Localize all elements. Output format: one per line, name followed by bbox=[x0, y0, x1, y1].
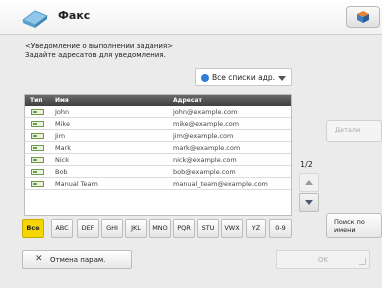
search-label: Поиск по имени bbox=[334, 218, 365, 234]
address-list-dropdown[interactable]: Все списки адр. bbox=[195, 68, 292, 86]
table-row[interactable]: Jim jim@example.com bbox=[25, 130, 291, 142]
row-name: Mike bbox=[55, 120, 70, 128]
address-list-dot-icon bbox=[201, 74, 209, 82]
row-name: Manual Team bbox=[55, 180, 98, 188]
filter-stu[interactable]: STU bbox=[197, 219, 219, 238]
app-menu-button[interactable] bbox=[346, 6, 380, 28]
arrow-up-icon bbox=[305, 180, 313, 185]
filter-mno[interactable]: MNO bbox=[149, 219, 171, 238]
corner-mark-icon bbox=[359, 258, 366, 265]
address-list-selected: Все списки адр. bbox=[212, 73, 276, 82]
row-name: Nick bbox=[55, 156, 70, 164]
table-row[interactable]: Nick nick@example.com bbox=[25, 154, 291, 166]
row-email: mark@example.com bbox=[173, 144, 241, 152]
filter-jkl[interactable]: JKL bbox=[125, 219, 147, 238]
row-email: manual_team@example.com bbox=[173, 180, 268, 188]
details-button[interactable]: Детали bbox=[326, 120, 382, 142]
row-email: mike@example.com bbox=[173, 120, 240, 128]
filter-abc[interactable]: ABC bbox=[51, 219, 73, 238]
cube-icon bbox=[357, 11, 369, 23]
search-label-line1: Поиск по bbox=[334, 218, 365, 226]
email-address-icon bbox=[31, 169, 44, 175]
filter-digits[interactable]: 0-9 bbox=[269, 219, 292, 238]
filter-yz[interactable]: YZ bbox=[246, 219, 266, 238]
email-address-icon bbox=[31, 133, 44, 139]
email-address-icon bbox=[31, 157, 44, 163]
filter-ghi[interactable]: GHI bbox=[101, 219, 123, 238]
filter-all[interactable]: Все bbox=[22, 219, 44, 238]
fax-app-icon bbox=[22, 10, 48, 28]
row-email: bob@example.com bbox=[173, 168, 236, 176]
table-row[interactable]: Mark mark@example.com bbox=[25, 142, 291, 154]
arrow-down-icon bbox=[305, 200, 313, 205]
scroll-down-button[interactable] bbox=[299, 193, 319, 212]
page-indicator: 1/2 bbox=[300, 160, 313, 169]
ok-button[interactable]: OK bbox=[276, 250, 370, 269]
search-label-line2: имени bbox=[334, 226, 356, 234]
row-email: jim@example.com bbox=[173, 132, 234, 140]
email-address-icon bbox=[31, 109, 44, 115]
cancel-label: Отмена парам. bbox=[50, 256, 106, 264]
table-row[interactable]: Bob bob@example.com bbox=[25, 166, 291, 178]
row-name: Mark bbox=[55, 144, 72, 152]
row-email: john@example.com bbox=[173, 108, 238, 116]
table-row[interactable]: John john@example.com bbox=[25, 106, 291, 118]
search-by-name-button[interactable]: Поиск по имени bbox=[326, 213, 382, 238]
table-header: Тип Имя Адресат bbox=[25, 95, 291, 106]
row-email: nick@example.com bbox=[173, 156, 237, 164]
page-title: Факс bbox=[58, 9, 91, 22]
filter-pqr[interactable]: PQR bbox=[173, 219, 195, 238]
address-table: Тип Имя Адресат John john@example.com Mi… bbox=[24, 94, 292, 216]
ok-label: OK bbox=[318, 256, 329, 264]
scroll-up-button[interactable] bbox=[299, 173, 319, 192]
filter-vwx[interactable]: VWX bbox=[221, 219, 243, 238]
chevron-down-icon bbox=[278, 76, 286, 81]
cancel-settings-button[interactable]: ✕ Отмена парам. bbox=[22, 250, 132, 269]
details-label: Детали bbox=[335, 126, 361, 134]
row-name: Jim bbox=[55, 132, 66, 140]
email-address-icon bbox=[31, 145, 44, 151]
close-icon: ✕ bbox=[35, 254, 43, 264]
column-name: Имя bbox=[55, 97, 69, 104]
email-address-icon bbox=[31, 121, 44, 127]
email-address-icon bbox=[31, 181, 44, 187]
notification-heading: <Уведомление о выполнении задания> bbox=[25, 42, 174, 50]
row-name: Bob bbox=[55, 168, 68, 176]
column-address: Адресат bbox=[173, 97, 202, 104]
filter-def[interactable]: DEF bbox=[77, 219, 99, 238]
row-name: John bbox=[55, 108, 70, 116]
table-row[interactable]: Mike mike@example.com bbox=[25, 118, 291, 130]
table-row[interactable]: Manual Team manual_team@example.com bbox=[25, 178, 291, 190]
column-type: Тип bbox=[30, 97, 43, 104]
notification-instruction: Задайте адресатов для уведомления. bbox=[25, 51, 166, 59]
